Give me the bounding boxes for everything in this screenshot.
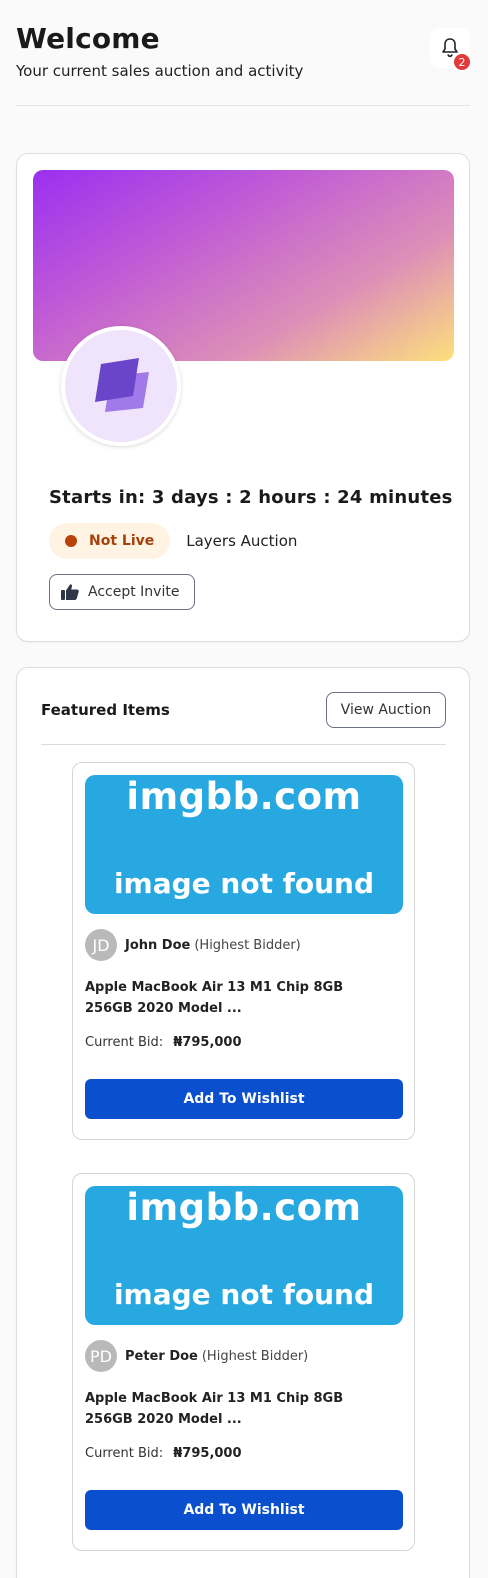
avatar: JD	[85, 929, 117, 961]
bidder-name: John Doe	[125, 937, 191, 953]
auction-status-row: Not Live Layers Auction	[49, 523, 297, 559]
current-bid-value: ₦795,000	[173, 1446, 242, 1461]
add-to-wishlist-button[interactable]: Add To Wishlist	[85, 1079, 403, 1119]
current-bid: Current Bid: ₦795,000	[85, 1035, 242, 1050]
thumbs-up-icon	[61, 584, 79, 600]
item-image-text: imgbb.com	[126, 775, 362, 818]
item-title[interactable]: Apple MacBook Air 13 M1 Chip 8GB 256GB 2…	[85, 1388, 385, 1430]
current-bid: Current Bid: ₦795,000	[85, 1446, 242, 1461]
item-image-text: image not found	[113, 867, 375, 900]
auction-logo	[61, 326, 181, 446]
featured-item-card: imgbb.com image not found JD John Doe (H…	[72, 762, 415, 1140]
highest-bidder: PD Peter Doe (Highest Bidder)	[85, 1340, 308, 1372]
featured-item-card: imgbb.com image not found PD Peter Doe (…	[72, 1173, 415, 1551]
notification-count-badge: 2	[452, 52, 472, 72]
add-to-wishlist-button[interactable]: Add To Wishlist	[85, 1490, 403, 1530]
notifications-button[interactable]: 2	[430, 28, 472, 72]
auction-card: Starts in: 3 days : 2 hours : 24 minutes…	[16, 153, 470, 642]
bidder-name: Peter Doe	[125, 1348, 198, 1364]
status-badge: Not Live	[49, 523, 171, 559]
item-image-text: image not found	[113, 1278, 375, 1311]
view-auction-button[interactable]: View Auction	[326, 692, 446, 728]
featured-items-card: Featured Items View Auction imgbb.com im…	[16, 667, 470, 1578]
accept-invite-button[interactable]: Accept Invite	[49, 574, 195, 610]
layers-icon	[95, 358, 149, 412]
avatar: PD	[85, 1340, 117, 1372]
featured-header: Featured Items View Auction	[41, 692, 446, 745]
item-title[interactable]: Apple MacBook Air 13 M1 Chip 8GB 256GB 2…	[85, 977, 385, 1019]
page-header: Welcome Your current sales auction and a…	[16, 22, 472, 106]
status-dot-icon	[65, 535, 77, 547]
bidder-role: (Highest Bidder)	[201, 1348, 309, 1364]
item-image[interactable]: imgbb.com image not found	[85, 1186, 403, 1325]
item-image-text: imgbb.com	[126, 1186, 362, 1229]
status-label: Not Live	[89, 533, 155, 549]
current-bid-label: Current Bid:	[85, 1035, 164, 1050]
featured-title: Featured Items	[41, 701, 170, 719]
auction-countdown: Starts in: 3 days : 2 hours : 24 minutes	[49, 487, 453, 508]
bidder-role: (Highest Bidder)	[194, 937, 301, 953]
auction-name: Layers Auction	[186, 532, 298, 550]
item-image[interactable]: imgbb.com image not found	[85, 775, 403, 914]
current-bid-value: ₦795,000	[173, 1035, 242, 1050]
page-subtitle: Your current sales auction and activity	[16, 62, 304, 80]
current-bid-label: Current Bid:	[85, 1446, 164, 1461]
highest-bidder: JD John Doe (Highest Bidder)	[85, 929, 301, 961]
accept-invite-label: Accept Invite	[88, 584, 180, 600]
page-title: Welcome	[16, 22, 160, 55]
